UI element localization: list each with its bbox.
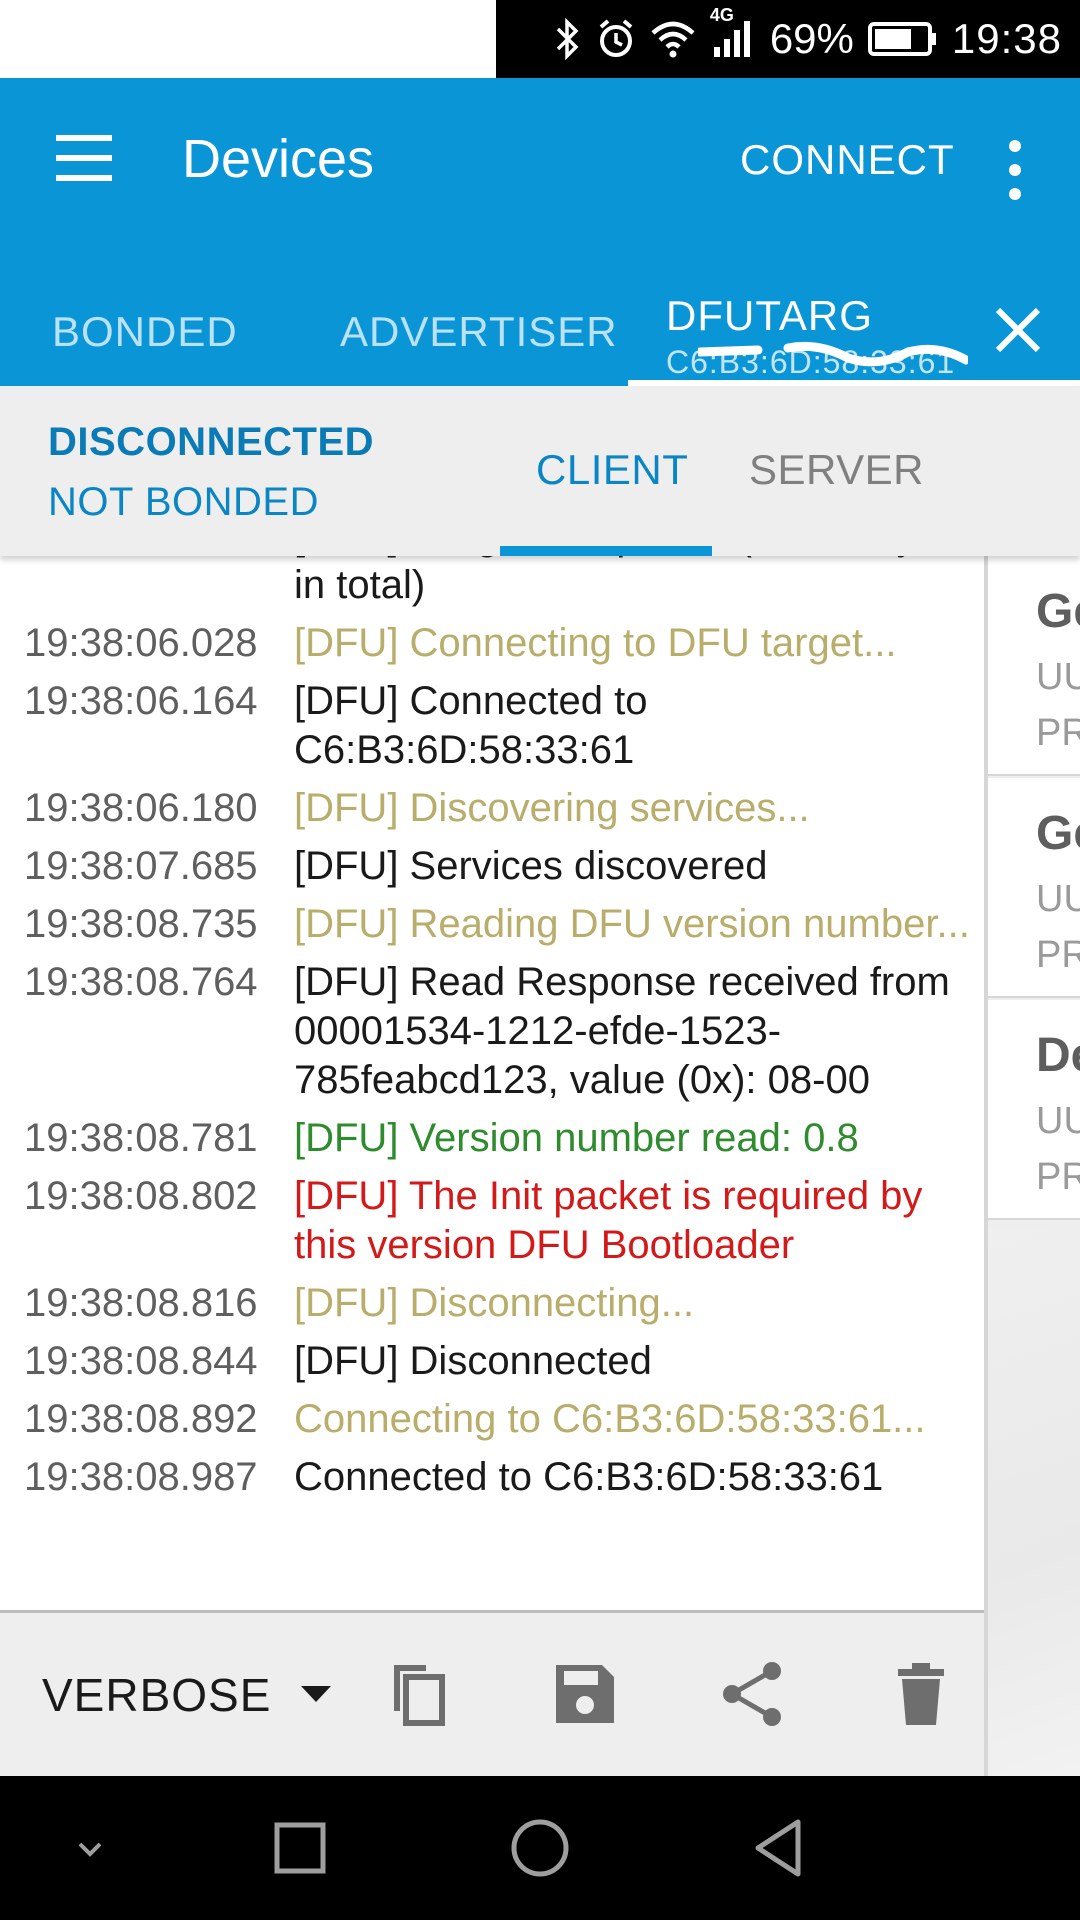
service-props: PR (1036, 712, 1080, 754)
service-uuid: UU (1036, 878, 1080, 920)
log-entry: 19:38:08.764 [DFU] Read Response received… (0, 958, 984, 1105)
connect-button[interactable]: CONNECT (740, 136, 955, 184)
tab-bonded[interactable]: BONDED (52, 278, 238, 386)
app-bar: Devices CONNECT BONDED ADVERTISER DFUTAR… (0, 78, 1080, 386)
service-title: Ge (1036, 585, 1080, 638)
service-uuid: UU (1036, 1100, 1080, 1142)
log-entry: 19:38:07.685 [DFU] Services discovered (0, 842, 984, 891)
status-bar: 4G 69% 19:38 (0, 0, 1080, 78)
log-timestamp: 19:38:08.892 (24, 1397, 258, 1441)
log-entry: 19:38:08.802 [DFU] The Init packet is req… (0, 1172, 984, 1270)
log-message: [DFU] Version number read: 0.8 (294, 1116, 859, 1160)
log-message: [DFU] Read Response received from 000015… (294, 960, 950, 1102)
service-card[interactable]: De UU PR (988, 1000, 1080, 1220)
service-card[interactable]: Ge UU PR (988, 778, 1080, 998)
log-entry: 19:38:06.028 [DFU] Connecting to DFU targ… (0, 619, 984, 668)
device-tabs: BONDED ADVERTISER DFUTARG C6:B3:6D:58:33… (0, 278, 1080, 386)
log-message: [DFU] Services discovered (294, 844, 768, 888)
log-message: Connected to C6:B3:6D:58:33:61 (294, 1455, 884, 1499)
network-type-label: 4G (709, 5, 734, 25)
tab-advertiser[interactable]: ADVERTISER (340, 278, 618, 386)
panel-background (988, 1228, 1080, 1776)
connection-header: DISCONNECTED NOT BONDED CLIENT SERVER (0, 386, 1080, 556)
log-timestamp: 19:38:08.802 (24, 1174, 258, 1218)
battery-icon (867, 21, 938, 57)
service-props: PR (1036, 1156, 1080, 1198)
bluetooth-icon (552, 17, 582, 61)
save-icon[interactable] (550, 1659, 620, 1729)
log-timestamp: 19:38:07.685 (24, 844, 258, 888)
back-icon[interactable] (744, 1812, 816, 1884)
log-timestamp: 19:38:06.164 (24, 679, 258, 723)
sub-tab-indicator (500, 546, 712, 556)
tab-client[interactable]: CLIENT (536, 446, 688, 494)
status-icons: 4G 69% 19:38 (552, 0, 1062, 78)
log-level-label: VERBOSE (42, 1669, 272, 1721)
recent-apps-icon[interactable] (264, 1812, 336, 1884)
log-timestamp: 19:38:06.180 (24, 786, 258, 830)
log-entry: 19:38:08.781 [DFU] Version number read: 0… (0, 1114, 984, 1163)
log-message: [DFU] Disconnected (294, 1339, 652, 1383)
cellular-signal-icon: 4G (710, 5, 756, 61)
log-entry: 19:38:06.180 [DFU] Discovering services..… (0, 784, 984, 833)
close-icon[interactable] (988, 300, 1048, 360)
service-uuid: UU (1036, 656, 1080, 698)
page-title: Devices (182, 129, 375, 189)
log-level-dropdown[interactable]: VERBOSE (42, 1665, 332, 1725)
navigation-bar (0, 1776, 1080, 1920)
share-icon[interactable] (718, 1659, 788, 1729)
wifi-icon (650, 19, 696, 59)
log-message: [DFU] Discovering services... (294, 786, 810, 830)
dropdown-arrow-icon (301, 1686, 332, 1702)
log-message: [DFU] Reading DFU version number... (294, 902, 970, 946)
tab-device[interactable]: DFUTARG C6:B3:6D:58:33:61 (628, 278, 1080, 386)
nav-down-icon[interactable] (54, 1812, 126, 1884)
log-timestamp: 19:38:08.781 (24, 1116, 258, 1160)
log-entry: 19:38:08.987 Connected to C6:B3:6D:58:33:… (0, 1453, 984, 1502)
service-title: De (1036, 1029, 1080, 1082)
menu-icon[interactable] (40, 118, 130, 198)
log-entry: 19:38:06.164 [DFU] Connected to C6:B3:6D:… (0, 677, 984, 775)
log-timestamp: 19:38:08.987 (24, 1455, 258, 1499)
log-entry: 19:38:08.844 [DFU] Disconnected (0, 1337, 984, 1386)
service-title: Ge (1036, 807, 1080, 860)
status-bar-notification-area (0, 0, 496, 78)
log-timestamp: 19:38:08.816 (24, 1281, 258, 1325)
bond-state: NOT BONDED (48, 480, 319, 524)
log-entry: 19:38:08.816 [DFU] Disconnecting... (0, 1279, 984, 1328)
tab-server[interactable]: SERVER (749, 446, 924, 494)
log-timestamp: 19:38:08.735 (24, 902, 258, 946)
device-name: DFUTARG (666, 292, 873, 339)
log-message: [DFU] Connected to C6:B3:6D:58:33:61 (294, 679, 648, 772)
log-message: [DFU] The Init packet is required by thi… (294, 1174, 923, 1267)
connection-state: DISCONNECTED (48, 420, 375, 464)
log-panel[interactable]: 19:38:06.085[DFU] Image file opened (612… (0, 556, 984, 1610)
log-timestamp: 19:38:08.844 (24, 1339, 258, 1383)
log-timestamp: 19:38:06.085 (24, 556, 294, 610)
service-props: PR (1036, 934, 1080, 976)
log-message: [DFU] Disconnecting... (294, 1281, 695, 1325)
log-entry: 19:38:06.085[DFU] Image file opened (612… (0, 556, 984, 610)
home-icon[interactable] (504, 1812, 576, 1884)
log-list: 19:38:06.085[DFU] Image file opened (612… (0, 556, 984, 1511)
clock: 19:38 (951, 15, 1062, 62)
log-toolbar: VERBOSE (0, 1610, 984, 1776)
redaction-scribble (698, 341, 968, 367)
service-card[interactable]: Ge UU PR (988, 556, 1080, 776)
delete-icon[interactable] (886, 1659, 956, 1729)
log-message: Connecting to C6:B3:6D:58:33:61... (294, 1397, 926, 1441)
log-timestamp: 19:38:08.764 (24, 960, 258, 1004)
copy-icon[interactable] (380, 1659, 450, 1729)
services-panel: Ge UU PR Ge UU PR De UU PR (984, 556, 1080, 1776)
more-options-icon[interactable] (990, 130, 1040, 210)
battery-percent: 69% (769, 15, 854, 62)
log-timestamp: 19:38:06.028 (24, 621, 258, 665)
log-message: [DFU] Connecting to DFU target... (294, 621, 897, 665)
log-entry: 19:38:08.735 [DFU] Reading DFU version nu… (0, 900, 984, 949)
log-entry: 19:38:08.892 Connecting to C6:B3:6D:58:33… (0, 1395, 984, 1444)
log-message: [DFU] Image file opened (61292 bytes in … (294, 556, 970, 607)
alarm-icon (596, 17, 636, 61)
